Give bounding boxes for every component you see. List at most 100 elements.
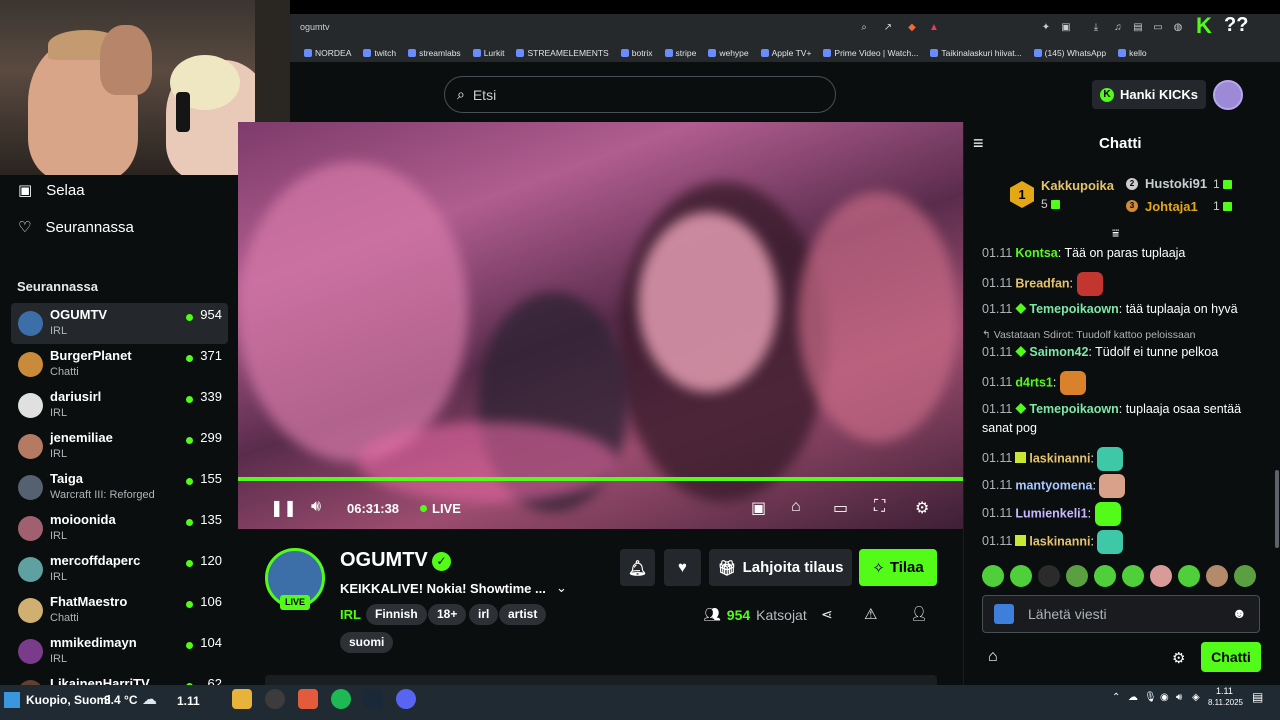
bookmark-item[interactable]: STREAMELEMENTS: [516, 48, 609, 58]
bookmark-item[interactable]: NORDEA: [304, 48, 351, 58]
emote-icon[interactable]: [1206, 565, 1228, 587]
emote-icon[interactable]: [1094, 565, 1116, 587]
clip-icon[interactable]: ⌂: [791, 498, 801, 516]
brave-shield-icon[interactable]: ◆: [906, 22, 918, 34]
brave-icon[interactable]: [298, 689, 318, 709]
bookmark-item[interactable]: wehype: [708, 48, 749, 58]
nav-following[interactable]: ♡ Seurannassa: [18, 218, 134, 237]
chrome-icon[interactable]: [265, 689, 285, 709]
message-username[interactable]: Breadfan: [1015, 276, 1069, 290]
chat-send-button[interactable]: Chatti: [1201, 642, 1261, 672]
chat-scrollbar[interactable]: [1275, 470, 1279, 548]
file-explorer-icon[interactable]: [232, 689, 252, 709]
tag-18plus[interactable]: 18+: [428, 604, 467, 625]
video-player[interactable]: [238, 122, 963, 529]
bookmark-item[interactable]: streamlabs: [408, 48, 461, 58]
kick-emote-icon[interactable]: [994, 604, 1014, 624]
chevron-down-icon[interactable]: ⌄: [556, 580, 567, 596]
zoom-icon[interactable]: ⌕: [858, 22, 870, 34]
streamer-name[interactable]: OGUMTV: [340, 549, 428, 572]
share-icon[interactable]: ⋖: [821, 606, 833, 623]
volume-icon[interactable]: 🔊︎: [311, 498, 321, 516]
extensions-icon[interactable]: ✦: [1040, 22, 1052, 34]
message-username[interactable]: d4rts1: [1015, 375, 1053, 389]
video-progress-bar[interactable]: [238, 477, 963, 481]
emote-icon[interactable]: [1150, 565, 1172, 587]
gift-sub-button[interactable]: 🎁︎ Lahjoita tilaus: [709, 549, 852, 586]
wallet-icon[interactable]: ▭: [1152, 22, 1164, 34]
weather-temp[interactable]: 3.4 °C: [104, 693, 137, 707]
chat-input[interactable]: [982, 595, 1260, 633]
profile-icon[interactable]: ◍: [1172, 22, 1184, 34]
channel-item[interactable]: mercoffdaperc IRL 120: [11, 549, 228, 590]
clock-time[interactable]: 1.11: [1216, 686, 1233, 696]
tag-suomi[interactable]: suomi: [340, 632, 394, 653]
tray-mic-icon[interactable]: 🎙︎: [1144, 692, 1157, 703]
clock-date[interactable]: 8.11.2025: [1208, 698, 1243, 707]
emoji-picker-icon[interactable]: ☻: [1232, 605, 1247, 621]
emote-icon[interactable]: [1066, 565, 1088, 587]
emote-icon[interactable]: [1122, 565, 1144, 587]
emote-icon[interactable]: [1010, 565, 1032, 587]
message-username[interactable]: laskinanni: [1029, 534, 1090, 548]
bookmark-item[interactable]: (145) WhatsApp: [1033, 48, 1106, 58]
channel-item[interactable]: BurgerPlanet Chatti 371: [11, 344, 228, 385]
bookmark-item[interactable]: botrix: [620, 48, 653, 58]
message-username[interactable]: Temepoikaown: [1029, 302, 1118, 316]
reading-list-icon[interactable]: ▤: [1132, 22, 1144, 34]
kick-extension-icon[interactable]: K: [1196, 13, 1216, 38]
leaderboard-name-3[interactable]: Johtaja1: [1145, 199, 1198, 214]
pause-icon[interactable]: ❚❚: [270, 498, 297, 518]
tray-steam-icon[interactable]: ◉: [1160, 692, 1169, 703]
weather-location[interactable]: Kuopio, Suomi: [26, 693, 111, 707]
message-username[interactable]: mantyomena: [1015, 478, 1092, 492]
fullscreen-icon[interactable]: ⛶: [874, 498, 885, 516]
bookmark-item[interactable]: Prime Video | Watch...: [823, 48, 918, 58]
bookmark-item[interactable]: kello: [1118, 48, 1147, 58]
emote-icon[interactable]: [1178, 565, 1200, 587]
collapse-chat-icon[interactable]: ≡: [973, 133, 984, 154]
brave-rewards-icon[interactable]: ▲: [928, 22, 940, 34]
tag-artist[interactable]: artist: [499, 604, 547, 625]
bookmark-item[interactable]: Taikinalaskuri hiivat...: [930, 48, 1022, 58]
manage-user-icon[interactable]: 👤︎: [910, 605, 928, 622]
settings-icon[interactable]: ⚙: [915, 498, 929, 518]
user-avatar[interactable]: [1213, 80, 1243, 110]
miniplayer-icon[interactable]: ▣: [751, 498, 766, 518]
emote-icon[interactable]: [1038, 565, 1060, 587]
spotify-icon[interactable]: [331, 689, 351, 709]
tray-chevron-icon[interactable]: ⌃: [1112, 692, 1120, 703]
message-username[interactable]: laskinanni: [1029, 451, 1090, 465]
steam-icon[interactable]: [363, 689, 383, 709]
channel-item[interactable]: OGUMTV IRL 954: [11, 303, 228, 344]
channel-item[interactable]: jenemiliae IRL 299: [11, 426, 228, 467]
bookmark-item[interactable]: twitch: [363, 48, 396, 58]
chat-pin-divider-icon[interactable]: ⩸: [1112, 226, 1119, 241]
media-icon[interactable]: ♫: [1112, 22, 1124, 34]
theater-mode-icon[interactable]: ▭: [833, 498, 848, 518]
message-username[interactable]: Lumienkeli1: [1015, 506, 1087, 520]
tag-finnish[interactable]: Finnish: [366, 604, 427, 625]
share-icon[interactable]: ↗: [882, 22, 894, 34]
bookmark-item[interactable]: Lurkit: [472, 48, 504, 58]
report-icon[interactable]: ⚠: [864, 605, 877, 623]
channel-item[interactable]: moioonida IRL 135: [11, 508, 228, 549]
store-icon[interactable]: ⌂: [988, 648, 998, 666]
leaderboard-name-2[interactable]: Hustoki91: [1145, 176, 1207, 191]
channel-item[interactable]: mmikedimayn IRL 104: [11, 631, 228, 672]
emote-icon[interactable]: [1234, 565, 1256, 587]
download-icon[interactable]: ⤓: [1090, 22, 1102, 34]
follow-button[interactable]: ♥: [664, 549, 701, 586]
stream-category[interactable]: IRL: [340, 607, 361, 622]
subscribe-button[interactable]: ✧ Tilaa: [859, 549, 937, 586]
bookmark-item[interactable]: Apple TV+: [760, 48, 811, 58]
tray-volume-icon[interactable]: 🔊︎: [1176, 692, 1182, 703]
notify-button[interactable]: 🔔︎: [620, 549, 655, 586]
extension-label[interactable]: ??: [1224, 14, 1248, 37]
get-kicks-button[interactable]: K Hanki KICKs: [1092, 80, 1206, 109]
tray-network-icon[interactable]: ◈: [1192, 692, 1200, 703]
message-username[interactable]: Temepoikaown: [1029, 402, 1118, 416]
emote-icon[interactable]: [982, 565, 1004, 587]
nav-browse[interactable]: ▣ Selaa: [18, 181, 85, 200]
notification-icon[interactable]: ▤: [1252, 690, 1263, 704]
